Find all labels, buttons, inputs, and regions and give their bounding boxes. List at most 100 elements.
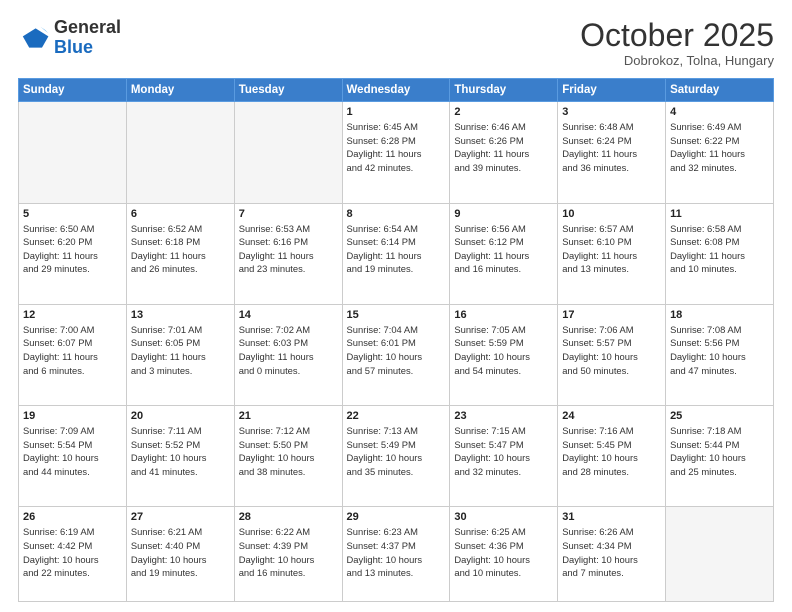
day-number: 24 bbox=[562, 410, 661, 422]
day-number: 8 bbox=[347, 208, 446, 220]
day-info: Sunrise: 7:16 AM Sunset: 5:45 PM Dayligh… bbox=[562, 424, 661, 479]
day-number: 7 bbox=[239, 208, 338, 220]
calendar-cell: 10Sunrise: 6:57 AM Sunset: 6:10 PM Dayli… bbox=[558, 203, 666, 304]
calendar-cell: 11 Sunrise: 6:58 AM Sunset: 6:08 PM Dayli… bbox=[666, 203, 774, 304]
column-header-sunday: Sunday bbox=[19, 79, 127, 102]
calendar-cell: 14 Sunrise: 7:02 AM Sunset: 6:03 PM Dayli… bbox=[234, 304, 342, 405]
column-header-saturday: Saturday bbox=[666, 79, 774, 102]
calendar-cell: 23 Sunrise: 7:15 AM Sunset: 5:47 PM Dayli… bbox=[450, 406, 558, 507]
day-info: Sunrise: 7:15 AM Sunset: 5:47 PM Dayligh… bbox=[454, 424, 553, 479]
day-info: Sunrise: 6:25 AM Sunset: 4:36 PM Dayligh… bbox=[454, 525, 553, 580]
day-info: Sunrise: 6:19 AM Sunset: 4:42 PM Dayligh… bbox=[23, 525, 122, 580]
calendar-cell: 28 Sunrise: 6:22 AM Sunset: 4:39 PM Dayli… bbox=[234, 507, 342, 602]
day-info: Sunrise: 7:18 AM Sunset: 5:44 PM Dayligh… bbox=[670, 424, 769, 479]
calendar-header-row: SundayMondayTuesdayWednesdayThursdayFrid… bbox=[19, 79, 774, 102]
day-info: Sunrise: 6:52 AM Sunset: 6:18 PM Dayligh… bbox=[131, 222, 230, 277]
day-info: Sunrise: 7:01 AM Sunset: 6:05 PM Dayligh… bbox=[131, 323, 230, 378]
day-number: 1 bbox=[347, 106, 446, 118]
logo-icon bbox=[18, 22, 50, 54]
day-info: Sunrise: 6:58 AM Sunset: 6:08 PM Dayligh… bbox=[670, 222, 769, 277]
day-info: Sunrise: 6:50 AM Sunset: 6:20 PM Dayligh… bbox=[23, 222, 122, 277]
calendar-cell bbox=[126, 102, 234, 203]
calendar-cell: 12 Sunrise: 7:00 AM Sunset: 6:07 PM Dayli… bbox=[19, 304, 127, 405]
day-info: Sunrise: 7:04 AM Sunset: 6:01 PM Dayligh… bbox=[347, 323, 446, 378]
day-number: 14 bbox=[239, 309, 338, 321]
day-info: Sunrise: 7:06 AM Sunset: 5:57 PM Dayligh… bbox=[562, 323, 661, 378]
day-info: Sunrise: 7:02 AM Sunset: 6:03 PM Dayligh… bbox=[239, 323, 338, 378]
day-info: Sunrise: 6:48 AM Sunset: 6:24 PM Dayligh… bbox=[562, 120, 661, 175]
calendar-table: SundayMondayTuesdayWednesdayThursdayFrid… bbox=[18, 78, 774, 602]
location: Dobrokoz, Tolna, Hungary bbox=[580, 53, 774, 68]
day-info: Sunrise: 7:05 AM Sunset: 5:59 PM Dayligh… bbox=[454, 323, 553, 378]
day-number: 20 bbox=[131, 410, 230, 422]
calendar-cell: 29Sunrise: 6:23 AM Sunset: 4:37 PM Dayli… bbox=[342, 507, 450, 602]
calendar-cell bbox=[19, 102, 127, 203]
day-number: 31 bbox=[562, 511, 661, 523]
day-info: Sunrise: 6:53 AM Sunset: 6:16 PM Dayligh… bbox=[239, 222, 338, 277]
day-number: 2 bbox=[454, 106, 553, 118]
day-number: 27 bbox=[131, 511, 230, 523]
day-info: Sunrise: 6:45 AM Sunset: 6:28 PM Dayligh… bbox=[347, 120, 446, 175]
day-number: 11 bbox=[670, 208, 769, 220]
day-number: 4 bbox=[670, 106, 769, 118]
calendar-row-1: 1 Sunrise: 6:45 AM Sunset: 6:28 PM Daylig… bbox=[19, 102, 774, 203]
calendar-cell: 17 Sunrise: 7:06 AM Sunset: 5:57 PM Dayli… bbox=[558, 304, 666, 405]
column-header-friday: Friday bbox=[558, 79, 666, 102]
calendar-cell bbox=[666, 507, 774, 602]
day-info: Sunrise: 7:09 AM Sunset: 5:54 PM Dayligh… bbox=[23, 424, 122, 479]
logo: General Blue bbox=[18, 18, 121, 58]
calendar-cell: 20 Sunrise: 7:11 AM Sunset: 5:52 PM Dayli… bbox=[126, 406, 234, 507]
calendar-cell: 30Sunrise: 6:25 AM Sunset: 4:36 PM Dayli… bbox=[450, 507, 558, 602]
day-info: Sunrise: 7:12 AM Sunset: 5:50 PM Dayligh… bbox=[239, 424, 338, 479]
day-number: 17 bbox=[562, 309, 661, 321]
calendar-cell: 19 Sunrise: 7:09 AM Sunset: 5:54 PM Dayli… bbox=[19, 406, 127, 507]
calendar-cell: 7 Sunrise: 6:53 AM Sunset: 6:16 PM Daylig… bbox=[234, 203, 342, 304]
calendar-cell: 2 Sunrise: 6:46 AM Sunset: 6:26 PM Daylig… bbox=[450, 102, 558, 203]
day-info: Sunrise: 6:22 AM Sunset: 4:39 PM Dayligh… bbox=[239, 525, 338, 580]
day-number: 6 bbox=[131, 208, 230, 220]
title-block: October 2025 Dobrokoz, Tolna, Hungary bbox=[580, 18, 774, 68]
day-number: 25 bbox=[670, 410, 769, 422]
calendar-cell: 3Sunrise: 6:48 AM Sunset: 6:24 PM Daylig… bbox=[558, 102, 666, 203]
calendar-cell: 26 Sunrise: 6:19 AM Sunset: 4:42 PM Dayli… bbox=[19, 507, 127, 602]
day-number: 15 bbox=[347, 309, 446, 321]
day-number: 22 bbox=[347, 410, 446, 422]
calendar-row-5: 26 Sunrise: 6:19 AM Sunset: 4:42 PM Dayli… bbox=[19, 507, 774, 602]
month-title: October 2025 bbox=[580, 18, 774, 53]
calendar-row-2: 5 Sunrise: 6:50 AM Sunset: 6:20 PM Daylig… bbox=[19, 203, 774, 304]
day-info: Sunrise: 6:23 AM Sunset: 4:37 PM Dayligh… bbox=[347, 525, 446, 580]
day-number: 23 bbox=[454, 410, 553, 422]
day-number: 12 bbox=[23, 309, 122, 321]
day-info: Sunrise: 6:54 AM Sunset: 6:14 PM Dayligh… bbox=[347, 222, 446, 277]
calendar-cell: 9 Sunrise: 6:56 AM Sunset: 6:12 PM Daylig… bbox=[450, 203, 558, 304]
calendar-cell: 6 Sunrise: 6:52 AM Sunset: 6:18 PM Daylig… bbox=[126, 203, 234, 304]
day-number: 28 bbox=[239, 511, 338, 523]
day-info: Sunrise: 6:56 AM Sunset: 6:12 PM Dayligh… bbox=[454, 222, 553, 277]
day-number: 9 bbox=[454, 208, 553, 220]
day-info: Sunrise: 6:46 AM Sunset: 6:26 PM Dayligh… bbox=[454, 120, 553, 175]
day-number: 5 bbox=[23, 208, 122, 220]
calendar-cell: 16 Sunrise: 7:05 AM Sunset: 5:59 PM Dayli… bbox=[450, 304, 558, 405]
calendar-cell: 22 Sunrise: 7:13 AM Sunset: 5:49 PM Dayli… bbox=[342, 406, 450, 507]
calendar-cell: 15 Sunrise: 7:04 AM Sunset: 6:01 PM Dayli… bbox=[342, 304, 450, 405]
day-number: 26 bbox=[23, 511, 122, 523]
header: General Blue October 2025 Dobrokoz, Toln… bbox=[18, 18, 774, 68]
calendar-row-3: 12 Sunrise: 7:00 AM Sunset: 6:07 PM Dayli… bbox=[19, 304, 774, 405]
day-number: 10 bbox=[562, 208, 661, 220]
calendar-cell: 8 Sunrise: 6:54 AM Sunset: 6:14 PM Daylig… bbox=[342, 203, 450, 304]
day-number: 13 bbox=[131, 309, 230, 321]
day-info: Sunrise: 7:13 AM Sunset: 5:49 PM Dayligh… bbox=[347, 424, 446, 479]
calendar-cell: 1 Sunrise: 6:45 AM Sunset: 6:28 PM Daylig… bbox=[342, 102, 450, 203]
calendar-cell bbox=[234, 102, 342, 203]
day-number: 16 bbox=[454, 309, 553, 321]
calendar-cell: 5 Sunrise: 6:50 AM Sunset: 6:20 PM Daylig… bbox=[19, 203, 127, 304]
calendar-cell: 27Sunrise: 6:21 AM Sunset: 4:40 PM Dayli… bbox=[126, 507, 234, 602]
calendar-cell: 24 Sunrise: 7:16 AM Sunset: 5:45 PM Dayli… bbox=[558, 406, 666, 507]
column-header-tuesday: Tuesday bbox=[234, 79, 342, 102]
day-info: Sunrise: 7:11 AM Sunset: 5:52 PM Dayligh… bbox=[131, 424, 230, 479]
day-number: 18 bbox=[670, 309, 769, 321]
day-number: 19 bbox=[23, 410, 122, 422]
day-info: Sunrise: 7:00 AM Sunset: 6:07 PM Dayligh… bbox=[23, 323, 122, 378]
page: General Blue October 2025 Dobrokoz, Toln… bbox=[0, 0, 792, 612]
day-info: Sunrise: 6:49 AM Sunset: 6:22 PM Dayligh… bbox=[670, 120, 769, 175]
